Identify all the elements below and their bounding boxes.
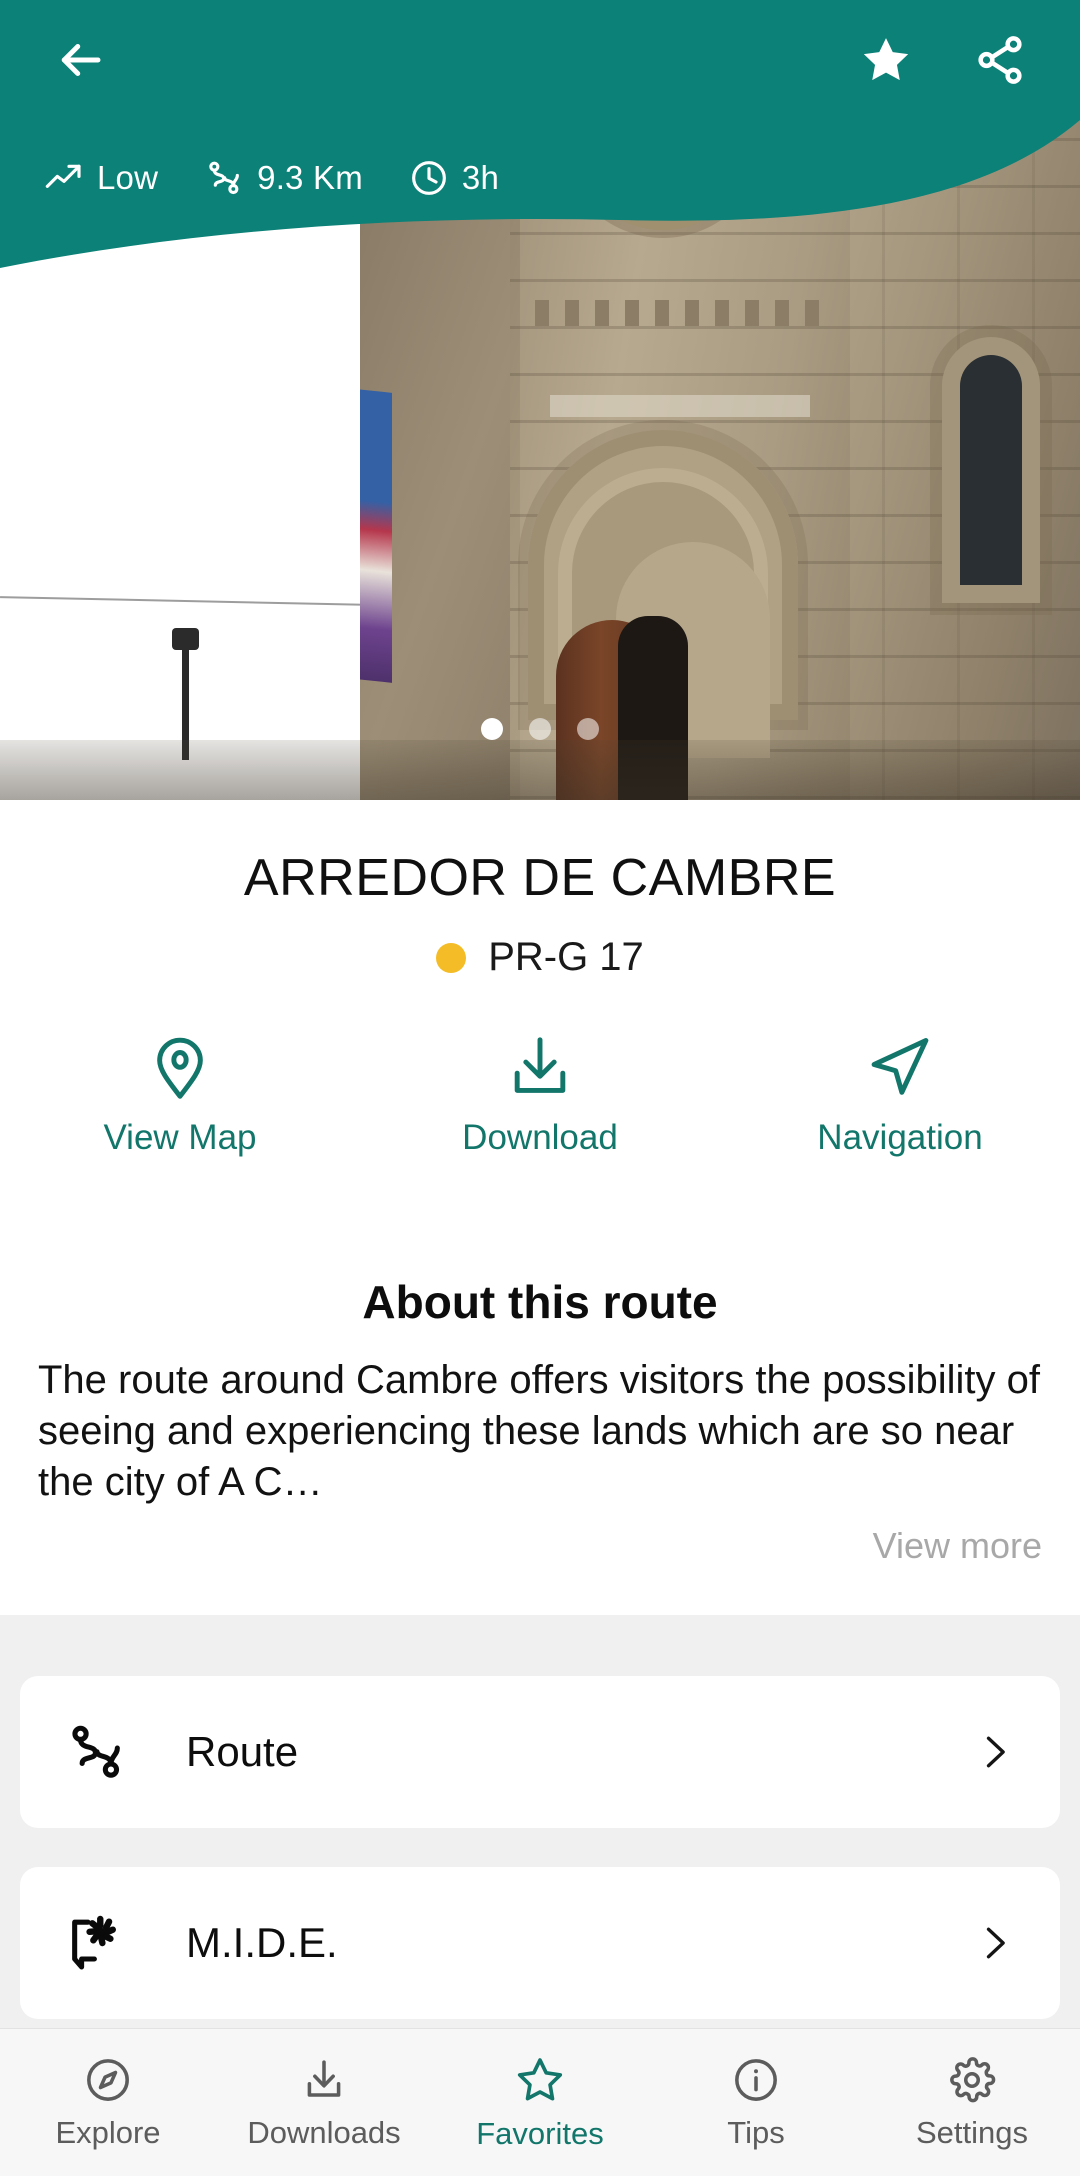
download-label: Download [462, 1118, 618, 1157]
favorite-button[interactable] [850, 24, 922, 96]
power-line [0, 596, 370, 606]
route-stats: Low 9.3 Km 3h [44, 158, 499, 198]
trending-up-icon [45, 164, 81, 188]
stat-duration-value: 3h [461, 159, 499, 196]
route-detail-screen: Low 9.3 Km 3h ARREDOR DE CAMBRE PR-G 17 … [0, 0, 1080, 2176]
nav-item-settings[interactable]: Settings [864, 2029, 1080, 2176]
download-icon [514, 1037, 566, 1093]
share-icon [978, 36, 1022, 84]
mide-detail-card[interactable]: M.I.D.E. [20, 1867, 1060, 2019]
clock-icon [411, 161, 446, 195]
route-color-dot [436, 942, 467, 973]
map-pin-icon [157, 1037, 203, 1099]
carousel-dot-1[interactable] [481, 718, 503, 740]
star-filled-icon [863, 38, 909, 81]
about-section: About this route The route around Cambre… [0, 1275, 1080, 1567]
download-icon [307, 2059, 341, 2097]
carousel-dots[interactable] [0, 718, 1080, 740]
card-icon-wrapper [64, 1911, 138, 1975]
top-app-bar [0, 0, 1080, 120]
back-button[interactable] [44, 24, 116, 96]
gear-icon [950, 2056, 996, 2102]
nav-label-tips: Tips [727, 2114, 785, 2150]
stat-distance: 9.3 Km [204, 158, 363, 198]
nav-label-downloads: Downloads [247, 2114, 401, 2150]
nav-item-downloads[interactable]: Downloads [216, 2029, 432, 2176]
foreground-ground [0, 740, 1080, 800]
stat-duration: 3h [409, 158, 499, 198]
wall-inscription [550, 395, 810, 417]
nav-item-favorites[interactable]: Favorites [432, 2029, 648, 2176]
star-outline-icon [517, 2057, 563, 2100]
mide-card-label: M.I.D.E. [186, 1919, 338, 1966]
stat-distance-value: 9.3 Km [257, 159, 363, 196]
winding-route-icon [209, 161, 240, 195]
navigation-button[interactable]: Navigation [720, 1030, 1080, 1158]
route-title-block: ARREDOR DE CAMBRE PR-G 17 [0, 800, 1080, 980]
mide-speech-flower-icon [72, 1915, 116, 1970]
card-chevron-wrapper [972, 1730, 1016, 1774]
chevron-right-icon [986, 1736, 1005, 1768]
share-button[interactable] [964, 24, 1036, 96]
navigation-arrow-icon [871, 1038, 929, 1095]
card-icon-wrapper [64, 1720, 138, 1784]
view-map-label: View Map [103, 1118, 257, 1157]
corbel-row [535, 300, 835, 326]
info-circle-icon [735, 2058, 777, 2101]
compass-icon [87, 2058, 129, 2101]
hanging-banner [360, 387, 392, 683]
lancet-window [960, 355, 1022, 585]
route-detail-card[interactable]: Route [20, 1676, 1060, 1828]
nav-item-explore[interactable]: Explore [0, 2029, 216, 2176]
stat-difficulty: Low [44, 158, 158, 198]
nav-label-settings: Settings [915, 2114, 1028, 2150]
nav-label-explore: Explore [55, 2114, 161, 2150]
action-button-row: View Map Download Navigation [0, 1030, 1080, 1158]
card-chevron-wrapper [972, 1921, 1016, 1965]
about-heading: About this route [362, 1276, 718, 1328]
route-card-label: Route [186, 1728, 299, 1775]
winding-route-icon [72, 1725, 120, 1778]
about-body: The route around Cambre offers visitors … [38, 1358, 1040, 1505]
view-map-button[interactable]: View Map [0, 1030, 360, 1158]
route-code-row: PR-G 17 [0, 935, 1080, 980]
arrow-left-icon [61, 44, 101, 76]
carousel-dot-3[interactable] [577, 718, 599, 740]
download-button[interactable]: Download [360, 1030, 720, 1158]
chevron-right-icon [986, 1927, 1005, 1959]
route-code: PR-G 17 [488, 935, 644, 980]
lamp-head [172, 628, 199, 650]
view-more-link[interactable]: View more [38, 1525, 1042, 1567]
carousel-dot-2[interactable] [529, 718, 551, 740]
nav-label-favorites: Favorites [476, 2115, 604, 2151]
stat-difficulty-value: Low [97, 159, 159, 196]
bottom-navigation-bar: Explore Downloads Favorites Tips Setting… [0, 2028, 1080, 2176]
navigation-label: Navigation [817, 1118, 983, 1157]
page-title: ARREDOR DE CAMBRE [243, 849, 837, 907]
nav-item-tips[interactable]: Tips [648, 2029, 864, 2176]
